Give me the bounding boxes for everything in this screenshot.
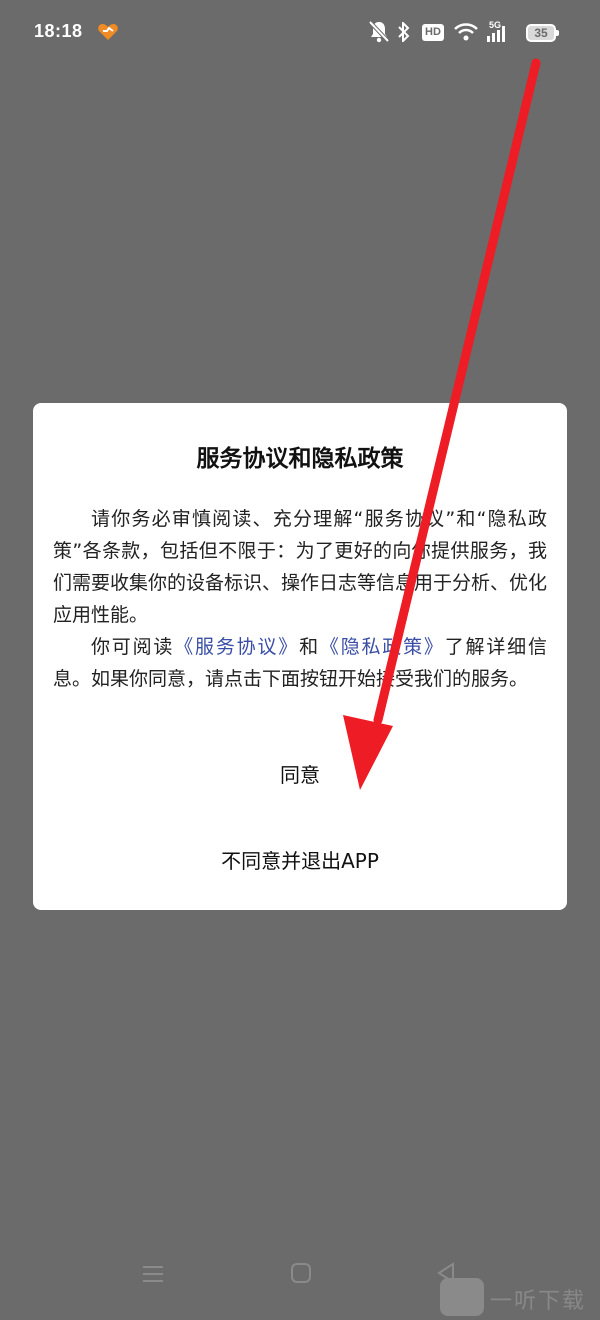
dialog-title: 服务协议和隐私政策 — [196, 446, 404, 472]
menu-icon[interactable] — [142, 1264, 164, 1284]
watermark-logo — [440, 1278, 484, 1316]
dialog-paragraph-1: 请你务必审慎阅读、充分理解“服务协议”和“隐私政策”各条款，包括但不限于：为了更… — [53, 508, 548, 626]
status-bar: 18:18 HD 5G 35 — [0, 0, 600, 66]
battery-icon: 35 — [526, 24, 559, 42]
watermark-text: 一听下载 — [490, 1289, 587, 1314]
privacy-policy-link[interactable]: 《隐私政策》 — [320, 636, 445, 658]
dialog-paragraph-2: 你可阅读《服务协议》和《隐私政策》了解详细信息。如果你同意，请点击下面按钮开始接… — [53, 631, 547, 695]
paragraph-2-prefix: 你可阅读 — [91, 636, 175, 658]
mute-bell-icon — [368, 20, 390, 43]
home-icon[interactable] — [290, 1262, 312, 1284]
agree-button[interactable]: 同意 — [33, 753, 567, 793]
hd-icon: HD — [422, 24, 444, 41]
status-time: 18:18 — [34, 21, 83, 41]
status-icons: HD 5G 35 — [366, 18, 566, 48]
wifi-icon — [454, 23, 478, 41]
dialog-body: 请你务必审慎阅读、充分理解“服务协议”和“隐私政策”各条款，包括但不限于：为了更… — [53, 503, 547, 695]
privacy-dialog: 服务协议和隐私政策 请你务必审慎阅读、充分理解“服务协议”和“隐私政策”各条款，… — [33, 403, 567, 910]
paragraph-2-and: 和 — [299, 636, 320, 658]
signal-icon — [487, 26, 505, 42]
bluetooth-icon — [398, 22, 410, 42]
app-notification-icon — [98, 24, 118, 40]
service-agreement-link[interactable]: 《服务协议》 — [174, 636, 299, 658]
disagree-exit-button[interactable]: 不同意并退出APP — [33, 839, 567, 879]
